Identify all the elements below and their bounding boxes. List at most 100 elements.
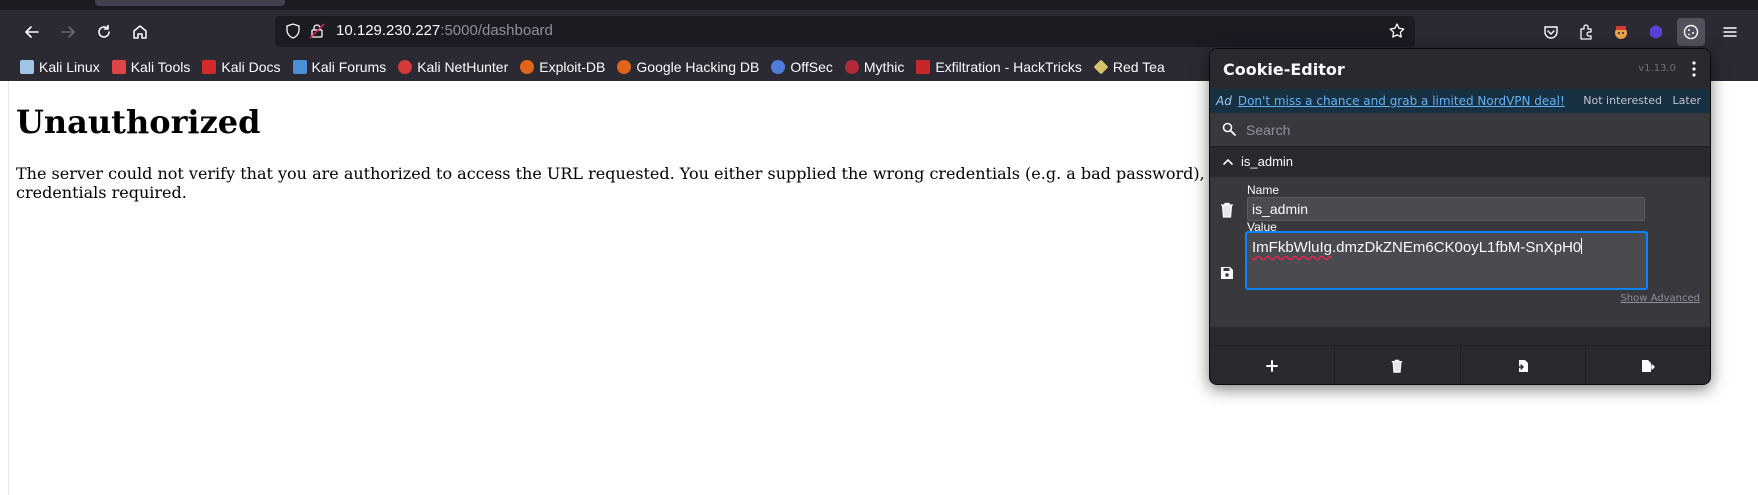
bookmark-star-icon[interactable] (1388, 22, 1406, 40)
cookie-editor-popup: Cookie-Editor v1.13.0 Ad Don't miss a ch… (1209, 48, 1711, 385)
cookie-name: is_admin (1241, 154, 1294, 169)
bookmark-label: Google Hacking DB (636, 59, 760, 75)
popup-title: Cookie-Editor (1223, 60, 1345, 79)
add-cookie-button[interactable] (1210, 346, 1336, 384)
pocket-button[interactable] (1537, 18, 1565, 46)
tab-strip (0, 0, 1758, 10)
bookmark-label: Exfiltration - HackTricks (935, 59, 1082, 75)
bookmark-label: OffSec (790, 59, 833, 75)
insecure-lock-icon[interactable] (309, 23, 325, 39)
bookmark-label: Kali NetHunter (417, 59, 509, 75)
delete-all-button[interactable] (1335, 346, 1461, 384)
cookie-row[interactable]: is_admin (1210, 147, 1710, 177)
kebab-menu-icon[interactable] (1690, 60, 1698, 78)
cookie-icon (1683, 24, 1699, 40)
home-button[interactable] (126, 18, 154, 46)
bookmark-kali-forums[interactable]: Kali Forums (292, 56, 393, 78)
popup-header: Cookie-Editor v1.13.0 (1210, 49, 1710, 89)
arrow-right-icon (61, 26, 75, 38)
bookmark-label: Kali Docs (221, 59, 281, 75)
name-field[interactable]: is_admin (1247, 197, 1645, 221)
ghdb-icon (617, 60, 632, 74)
bookmark-kali-tools[interactable]: Kali Tools (111, 56, 197, 78)
puzzle-icon (1580, 24, 1592, 40)
name-label: Name (1247, 183, 1280, 197)
bookmark-exploit-db[interactable]: Exploit-DB (520, 56, 611, 78)
bookmark-kali-docs[interactable]: Kali Docs (202, 56, 286, 78)
pocket-icon (1544, 26, 1558, 39)
export-button[interactable] (1586, 346, 1710, 384)
bookmark-label: Mythic (863, 59, 905, 75)
bookmark-google-hacking-db[interactable]: Google Hacking DB (617, 56, 765, 78)
chevron-up-icon (1223, 159, 1233, 165)
bookmark-hacktricks[interactable]: Exfiltration - HackTricks (916, 56, 1088, 78)
mythic-icon (844, 60, 859, 74)
url-host: 10.129.230.227 (336, 22, 441, 39)
bookmark-label: Kali Forums (311, 59, 387, 75)
bookmark-kali-linux[interactable]: Kali Linux (20, 56, 106, 78)
bookmark-label: Exploit-DB (539, 59, 606, 75)
extensions-button[interactable] (1572, 18, 1600, 46)
ad-link[interactable]: Don't miss a chance and grab a limited N… (1238, 94, 1565, 108)
url-text[interactable]: 10.129.230.227:5000/dashboard (336, 22, 553, 39)
value-field[interactable]: ImFkbWluIg.dmzDkZNEm6CK0oyL1fbM-SnXpH0 (1245, 231, 1648, 290)
hacktricks-icon (916, 60, 931, 74)
trash-icon (1392, 359, 1403, 373)
save-icon[interactable] (1220, 266, 1234, 280)
back-button[interactable] (18, 18, 46, 46)
import-button[interactable] (1461, 346, 1586, 384)
plus-icon (1266, 360, 1279, 372)
not-interested-button[interactable]: Not interested (1583, 94, 1662, 107)
bookmark-red-team[interactable]: Red Tea (1093, 56, 1171, 78)
bookmark-kali-nethunter[interactable]: Kali NetHunter (398, 56, 514, 78)
cookie-detail: Name is_admin Value ImFkbWluIg.dmzDkZNEm… (1210, 177, 1710, 327)
search-input[interactable] (1246, 119, 1686, 141)
ad-banner: Ad Don't miss a chance and grab a limite… (1210, 89, 1710, 113)
active-tab[interactable] (95, 0, 285, 6)
arrow-left-icon (25, 26, 39, 38)
kali-dragon-icon (20, 60, 34, 74)
bookmark-offsec[interactable]: OffSec (771, 56, 839, 78)
page-heading: Unauthorized (16, 103, 261, 141)
file-import-icon (1515, 360, 1528, 372)
later-button[interactable]: Later (1673, 94, 1701, 107)
address-bar[interactable]: 10.129.230.227:5000/dashboard (275, 16, 1415, 47)
ad-label: Ad (1216, 94, 1232, 108)
search-icon (1222, 122, 1236, 136)
exploit-db-icon (520, 60, 535, 74)
trash-icon[interactable] (1220, 202, 1234, 218)
kali-tools-icon (111, 60, 126, 74)
kali-forums-icon (292, 60, 307, 74)
kali-docs-icon (202, 60, 217, 74)
tracking-protection-icon[interactable] (285, 23, 301, 39)
bookmark-label: Kali Linux (39, 59, 100, 75)
app-menu-button[interactable] (1716, 18, 1744, 46)
value-text-misspelled: ImFkbWluIg (1252, 239, 1333, 256)
reload-button[interactable] (90, 18, 118, 46)
show-advanced-link[interactable]: Show Advanced (1620, 293, 1700, 304)
bookmark-label: Red Tea (1112, 59, 1165, 75)
home-icon (133, 25, 147, 39)
extension-purple-button[interactable] (1642, 18, 1670, 46)
reload-icon (98, 24, 110, 38)
hamburger-menu-icon (1723, 27, 1737, 37)
text-caret (1581, 238, 1583, 254)
bookmark-mythic[interactable]: Mythic (844, 56, 910, 78)
hexagon-icon (1650, 25, 1662, 39)
forward-button[interactable] (54, 18, 82, 46)
file-export-icon (1641, 360, 1655, 372)
extension-mascot-button[interactable] (1607, 18, 1635, 46)
url-path: :5000/dashboard (440, 22, 553, 39)
offsec-icon (771, 60, 786, 74)
popup-footer (1210, 345, 1710, 384)
cookie-editor-button[interactable] (1677, 18, 1705, 46)
mascot-icon (1615, 26, 1627, 39)
search-bar (1210, 113, 1710, 147)
red-team-icon (1093, 59, 1109, 75)
page-message: The server could not verify that you are… (16, 164, 1205, 202)
bookmark-label: Kali Tools (130, 59, 191, 75)
left-edge (0, 81, 9, 495)
navigation-toolbar: 10.129.230.227:5000/dashboard (0, 10, 1758, 53)
nethunter-icon (398, 60, 413, 74)
value-text: .dmzDkZNEm6CK0oyL1fbM-SnXpH0 (1332, 239, 1582, 256)
